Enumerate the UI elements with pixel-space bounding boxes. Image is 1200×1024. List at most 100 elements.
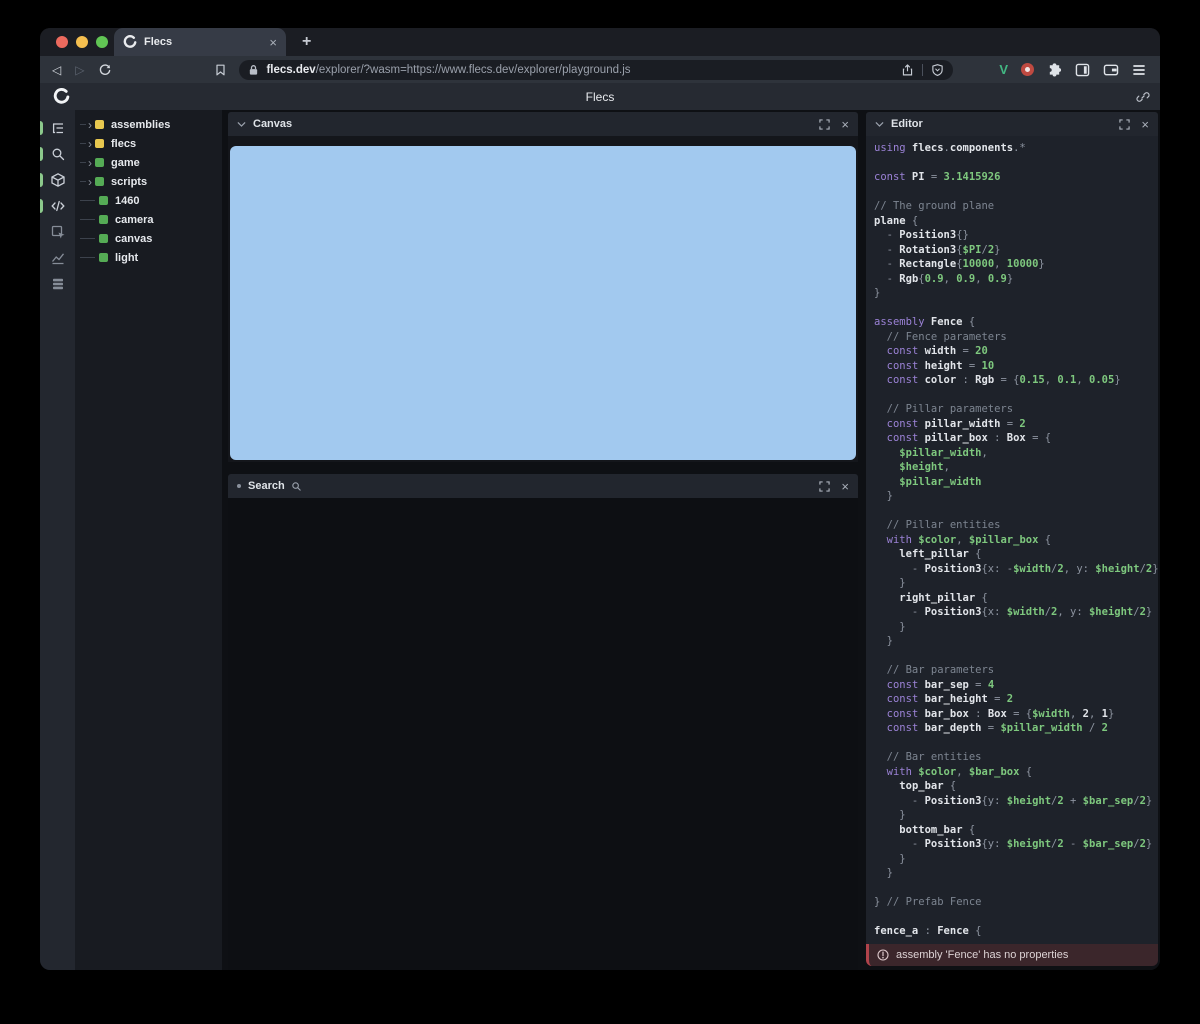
code-line[interactable] — [874, 649, 1158, 664]
lock-icon[interactable] — [248, 64, 259, 76]
code-line[interactable]: $height, — [874, 460, 1158, 475]
script-code-icon[interactable] — [40, 193, 75, 219]
code-line[interactable]: - Rotation3{$PI/2} — [874, 243, 1158, 258]
close-panel-icon[interactable]: × — [1141, 118, 1149, 131]
code-line[interactable]: assembly Fence { — [874, 315, 1158, 330]
tree-item-camera[interactable]: camera — [75, 210, 222, 229]
minimize-window-button[interactable] — [76, 36, 88, 48]
browser-tab[interactable]: Flecs × — [114, 28, 286, 56]
code-line[interactable]: } — [874, 286, 1158, 301]
code-line[interactable] — [874, 504, 1158, 519]
code-line[interactable]: // Pillar parameters — [874, 402, 1158, 417]
code-line[interactable]: with $color, $bar_box { — [874, 765, 1158, 780]
zoom-window-button[interactable] — [96, 36, 108, 48]
code-line[interactable]: - Position3{x: $width/2, y: $height/2} — [874, 605, 1158, 620]
query-search-icon[interactable] — [40, 141, 75, 167]
code-line[interactable]: const pillar_width = 2 — [874, 417, 1158, 432]
new-tab-button[interactable]: + — [302, 33, 311, 51]
code-line[interactable]: const bar_box : Box = {$width, 2, 1} — [874, 707, 1158, 722]
entity-tree-icon[interactable] — [40, 115, 75, 141]
code-line[interactable]: fence_a : Fence { — [874, 924, 1158, 939]
bookmark-icon[interactable] — [214, 63, 227, 77]
fullscreen-icon[interactable] — [819, 119, 830, 130]
code-line[interactable]: const width = 20 — [874, 344, 1158, 359]
code-line[interactable]: const bar_height = 2 — [874, 692, 1158, 707]
code-line[interactable]: // Bar parameters — [874, 663, 1158, 678]
code-line[interactable]: right_pillar { — [874, 591, 1158, 606]
code-line[interactable]: with $color, $pillar_box { — [874, 533, 1158, 548]
canvas-panel-header[interactable]: Canvas × — [228, 112, 858, 136]
expand-chevron-icon[interactable]: › — [88, 139, 92, 149]
code-line[interactable]: } — [874, 634, 1158, 649]
tree-item-canvas[interactable]: canvas — [75, 229, 222, 248]
code-line[interactable]: const bar_depth = $pillar_width / 2 — [874, 721, 1158, 736]
collapsed-indicator-icon[interactable] — [237, 484, 241, 488]
code-line[interactable]: const bar_sep = 4 — [874, 678, 1158, 693]
code-line[interactable] — [874, 156, 1158, 171]
code-line[interactable] — [874, 910, 1158, 925]
forward-icon[interactable]: ▷ — [75, 63, 84, 77]
code-line[interactable]: $pillar_width — [874, 475, 1158, 490]
expand-chevron-icon[interactable]: › — [88, 177, 92, 187]
code-line[interactable]: // Pillar entities — [874, 518, 1158, 533]
share-link-icon[interactable] — [1136, 90, 1150, 104]
code-line[interactable] — [874, 185, 1158, 200]
code-line[interactable]: using flecs.components.* — [874, 141, 1158, 156]
code-line[interactable]: - Position3{} — [874, 228, 1158, 243]
close-panel-icon[interactable]: × — [841, 118, 849, 131]
stats-chart-icon[interactable] — [40, 245, 75, 271]
code-line[interactable]: } — [874, 620, 1158, 635]
url-bar[interactable]: flecs.dev/explorer/?wasm=https://www.fle… — [239, 60, 953, 80]
code-line[interactable]: const pillar_box : Box = { — [874, 431, 1158, 446]
tab-close-icon[interactable]: × — [269, 36, 277, 49]
editor-panel-header[interactable]: Editor × — [866, 112, 1158, 136]
vue-devtools-icon[interactable]: V — [999, 62, 1008, 77]
extension-badge-icon[interactable] — [1021, 63, 1034, 76]
code-line[interactable]: // Bar entities — [874, 750, 1158, 765]
code-line[interactable]: } — [874, 808, 1158, 823]
code-line[interactable]: // The ground plane — [874, 199, 1158, 214]
expand-chevron-icon[interactable]: › — [88, 120, 92, 130]
code-line[interactable]: const color : Rgb = {0.15, 0.1, 0.05} — [874, 373, 1158, 388]
fullscreen-icon[interactable] — [1119, 119, 1130, 130]
inspector-select-icon[interactable] — [40, 219, 75, 245]
expand-chevron-icon[interactable]: › — [88, 158, 92, 168]
sidebar-toggle-icon[interactable] — [1075, 63, 1090, 77]
tree-item-scripts[interactable]: ›scripts — [75, 172, 222, 191]
code-line[interactable]: - Position3{x: -$width/2, y: $height/2} — [874, 562, 1158, 577]
code-line[interactable]: } — [874, 852, 1158, 867]
code-line[interactable] — [874, 736, 1158, 751]
tables-rows-icon[interactable] — [40, 271, 75, 297]
code-line[interactable]: } — [874, 576, 1158, 591]
reload-icon[interactable] — [98, 63, 112, 77]
fullscreen-icon[interactable] — [819, 481, 830, 492]
code-line[interactable]: - Position3{y: $height/2 - $bar_sep/2} — [874, 837, 1158, 852]
collapse-chevron-icon[interactable] — [237, 121, 246, 128]
wallet-icon[interactable] — [1103, 63, 1119, 77]
tree-item-assemblies[interactable]: ›assemblies — [75, 115, 222, 134]
menu-icon[interactable] — [1132, 64, 1146, 76]
code-line[interactable] — [874, 301, 1158, 316]
code-line[interactable]: } — [874, 866, 1158, 881]
tree-item-game[interactable]: ›game — [75, 153, 222, 172]
code-line[interactable]: } // Prefab Fence — [874, 895, 1158, 910]
code-line[interactable]: plane { — [874, 214, 1158, 229]
close-window-button[interactable] — [56, 36, 68, 48]
url-text[interactable]: flecs.dev/explorer/?wasm=https://www.fle… — [266, 64, 901, 76]
render-canvas[interactable] — [230, 146, 856, 460]
close-panel-icon[interactable]: × — [841, 480, 849, 493]
brave-shield-icon[interactable] — [931, 63, 944, 77]
share-icon[interactable] — [901, 63, 914, 77]
search-panel-header[interactable]: Search × — [228, 474, 858, 498]
code-line[interactable] — [874, 881, 1158, 896]
code-line[interactable]: - Rectangle{10000, 10000} — [874, 257, 1158, 272]
code-line[interactable] — [874, 388, 1158, 403]
scene-cube-icon[interactable] — [40, 167, 75, 193]
extensions-puzzle-icon[interactable] — [1047, 62, 1062, 77]
code-line[interactable]: // Fence parameters — [874, 330, 1158, 345]
collapse-chevron-icon[interactable] — [875, 121, 884, 128]
back-icon[interactable]: ◁ — [52, 63, 61, 77]
code-line[interactable]: bottom_bar { — [874, 823, 1158, 838]
code-line[interactable]: - Rgb{0.9, 0.9, 0.9} — [874, 272, 1158, 287]
code-line[interactable]: - Position3{y: $height/2 + $bar_sep/2} — [874, 794, 1158, 809]
